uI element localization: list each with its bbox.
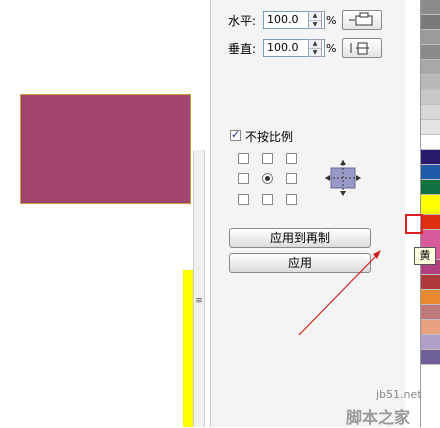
mirror-horizontal-icon	[349, 12, 373, 26]
palette-swatch[interactable]	[421, 0, 440, 15]
palette-swatch[interactable]	[421, 215, 440, 230]
palette-swatch[interactable]	[421, 350, 440, 365]
palette-swatch[interactable]	[421, 45, 440, 60]
anchor-top-right[interactable]	[286, 153, 297, 164]
selected-swatch-highlight	[405, 214, 423, 234]
spin-up-icon[interactable]: ▲	[309, 40, 321, 49]
selected-rectangle-shape[interactable]	[20, 94, 191, 204]
yellow-shape-edge[interactable]	[183, 270, 193, 427]
percent-label: %	[326, 14, 337, 27]
spin-up-icon[interactable]: ▲	[309, 12, 321, 21]
palette-swatch[interactable]	[421, 335, 440, 350]
watermark-url: jb51.net	[376, 388, 422, 401]
color-tooltip: 黄	[414, 247, 436, 265]
horizontal-spinner[interactable]: ▲ ▼	[308, 11, 322, 29]
annotation-arrow	[298, 250, 381, 336]
anchor-top-left[interactable]	[238, 153, 249, 164]
percent-label: %	[326, 42, 337, 55]
palette-swatch[interactable]	[421, 150, 440, 165]
palette-swatch[interactable]	[421, 30, 440, 45]
anchor-preview-icon	[325, 160, 361, 196]
palette-swatch[interactable]	[421, 275, 440, 290]
palette-swatch[interactable]	[421, 290, 440, 305]
palette-swatch[interactable]	[421, 195, 440, 215]
anchor-top-center[interactable]	[262, 153, 273, 164]
anchor-center[interactable]	[262, 173, 273, 184]
proportional-checkbox[interactable]	[230, 128, 241, 141]
anchor-bottom-right[interactable]	[286, 194, 297, 205]
palette-swatch[interactable]	[421, 320, 440, 335]
anchor-bottom-center[interactable]	[262, 194, 273, 205]
watermark-logo: 脚本之家	[346, 408, 411, 427]
spin-down-icon[interactable]: ▼	[309, 21, 321, 29]
anchor-middle-left[interactable]	[238, 173, 249, 184]
drawing-canvas[interactable]	[0, 0, 196, 427]
palette-swatch[interactable]	[421, 120, 440, 135]
spin-down-icon[interactable]: ▼	[309, 49, 321, 57]
vertical-label: 垂直:	[228, 42, 257, 56]
palette-swatch[interactable]	[421, 180, 440, 195]
palette-swatch[interactable]	[421, 105, 440, 120]
palette-swatch[interactable]	[421, 15, 440, 30]
palette-swatch[interactable]	[421, 60, 440, 75]
palette-swatch[interactable]	[421, 135, 440, 150]
mirror-vertical-button[interactable]	[342, 38, 382, 58]
mirror-horizontal-button[interactable]	[342, 10, 382, 30]
horizontal-label: 水平:	[228, 14, 257, 28]
proportional-label: 不按比例	[245, 130, 294, 144]
color-palette	[420, 0, 440, 427]
palette-swatch[interactable]	[421, 305, 440, 320]
docker-grip-icon[interactable]: ≡	[195, 294, 203, 308]
vertical-spinner[interactable]: ▲ ▼	[308, 39, 322, 57]
palette-swatch[interactable]	[421, 165, 440, 180]
mirror-vertical-icon	[350, 42, 369, 55]
palette-swatch[interactable]	[421, 90, 440, 105]
palette-swatch[interactable]	[421, 75, 440, 90]
docker-scroll-strip[interactable]	[193, 150, 205, 427]
transform-docker-panel	[210, 0, 405, 427]
anchor-middle-right[interactable]	[286, 173, 297, 184]
anchor-bottom-left[interactable]	[238, 194, 249, 205]
